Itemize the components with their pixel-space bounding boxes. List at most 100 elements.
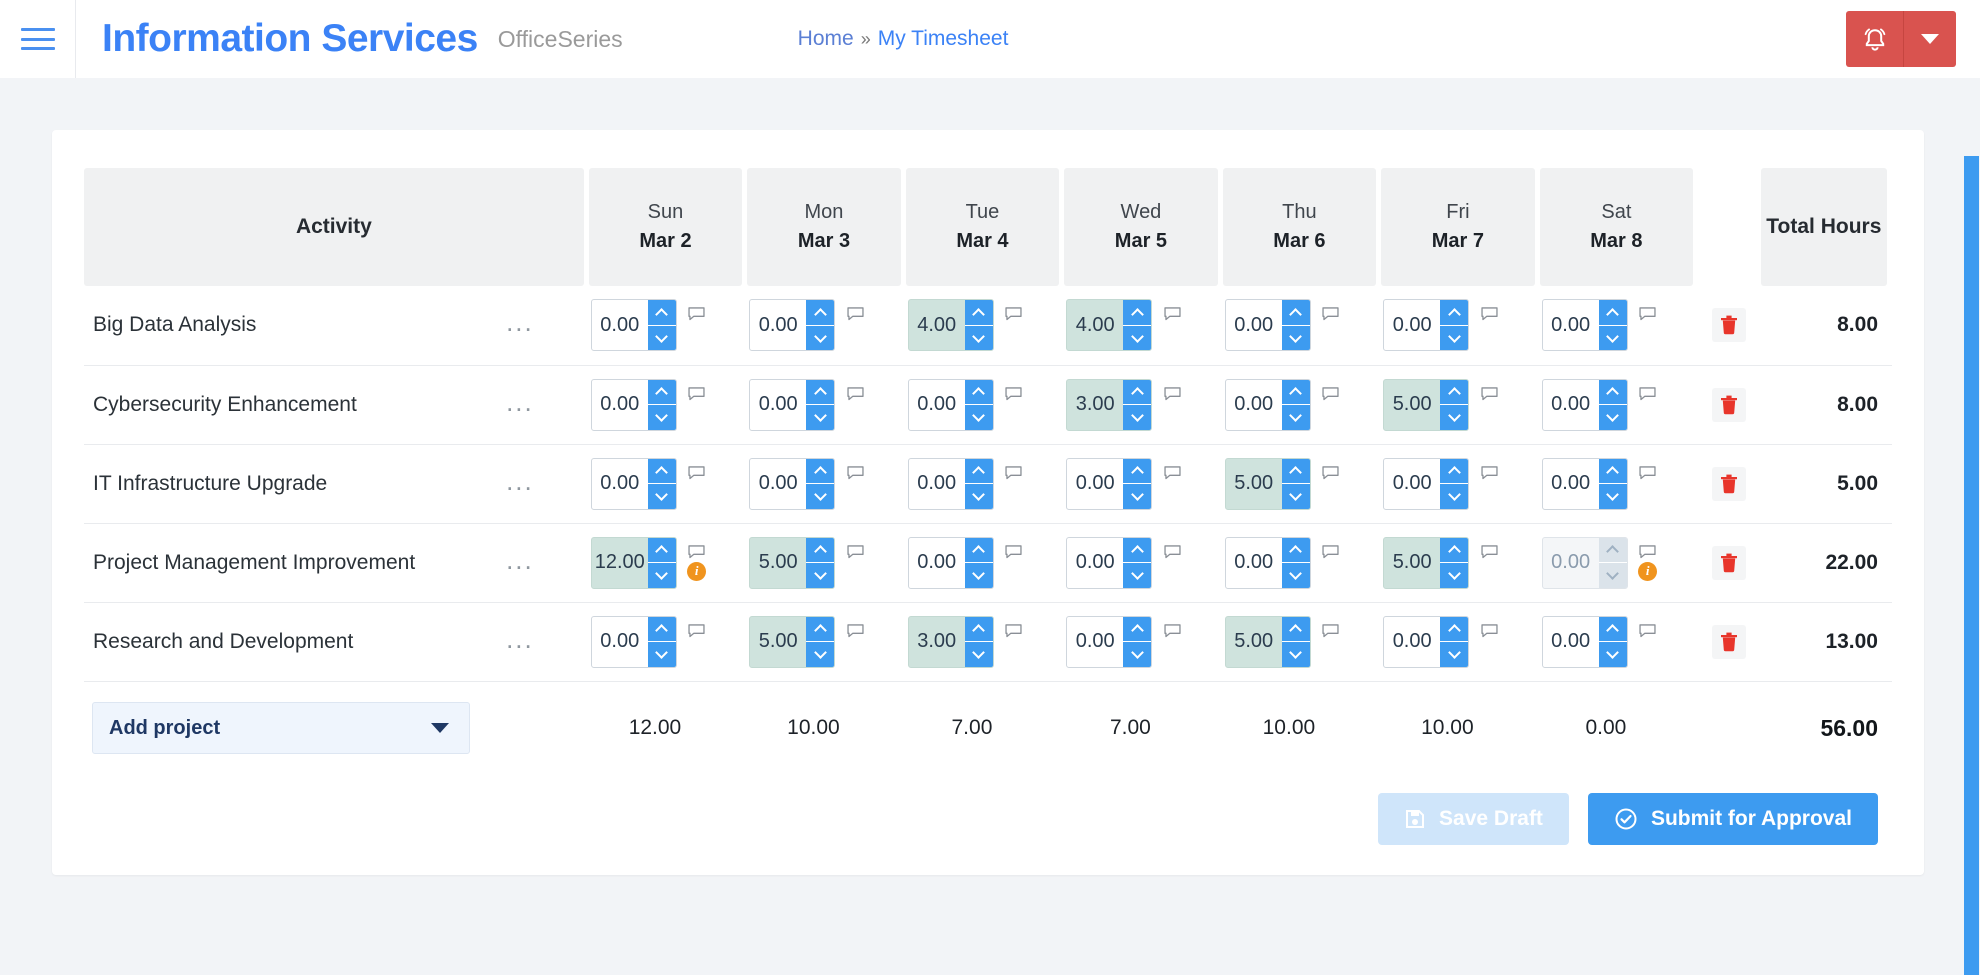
hours-value[interactable]: 0.00 <box>592 300 648 350</box>
alarm-bell-button[interactable] <box>1846 11 1904 67</box>
page-scrollbar-thumb[interactable] <box>1964 156 1979 975</box>
hours-input-tue[interactable]: 0.00 <box>907 536 994 589</box>
hours-input-sun[interactable]: 0.00 <box>590 457 677 510</box>
hours-input-wed[interactable]: 3.00 <box>1066 378 1153 431</box>
hours-input-thu[interactable]: 0.00 <box>1224 378 1311 431</box>
hours-input-wed[interactable]: 4.00 <box>1066 299 1153 352</box>
hours-input-tue[interactable]: 0.00 <box>907 378 994 431</box>
hours-input-tue[interactable]: 0.00 <box>907 457 994 510</box>
hours-decrement-button[interactable] <box>1598 484 1627 509</box>
hours-value[interactable]: 0.00 <box>1543 300 1599 350</box>
hours-value[interactable]: 0.00 <box>1226 380 1282 430</box>
hours-increment-button[interactable] <box>806 616 835 642</box>
comment-button[interactable] <box>1322 386 1339 401</box>
hours-value[interactable]: 4.00 <box>909 300 965 350</box>
hours-decrement-button[interactable] <box>964 484 993 509</box>
hours-decrement-button[interactable] <box>647 405 676 430</box>
hours-input-thu[interactable]: 0.00 <box>1224 536 1311 589</box>
delete-row-button[interactable] <box>1712 545 1747 580</box>
hours-decrement-button[interactable] <box>647 563 676 588</box>
hours-value[interactable]: 5.00 <box>1226 617 1282 667</box>
hours-increment-button[interactable] <box>1123 537 1152 563</box>
hours-decrement-button[interactable] <box>1281 563 1310 588</box>
hours-increment-button[interactable] <box>1123 300 1152 326</box>
comment-button[interactable] <box>1164 386 1181 401</box>
comment-button[interactable] <box>847 623 864 638</box>
hours-input-thu[interactable]: 5.00 <box>1224 457 1311 510</box>
hours-increment-button[interactable] <box>964 616 993 642</box>
comment-button[interactable] <box>1481 307 1498 321</box>
hours-increment-button[interactable] <box>1123 379 1152 405</box>
hours-value[interactable]: 0.00 <box>1543 617 1599 667</box>
hours-value[interactable]: 0.00 <box>909 459 965 509</box>
hours-increment-button[interactable] <box>1440 458 1469 484</box>
hours-decrement-button[interactable] <box>1281 642 1310 667</box>
hours-value[interactable]: 3.00 <box>909 617 965 667</box>
hours-increment-button[interactable] <box>1440 379 1469 405</box>
hours-increment-button[interactable] <box>647 379 676 405</box>
hours-increment-button[interactable] <box>647 616 676 642</box>
comment-button[interactable] <box>847 465 864 480</box>
hours-input-sun[interactable]: 0.00 <box>590 299 677 352</box>
hours-increment-button[interactable] <box>1598 458 1627 484</box>
hours-value[interactable]: 0.00 <box>909 538 965 588</box>
hours-input-fri[interactable]: 0.00 <box>1383 457 1470 510</box>
hours-input-sat[interactable]: 0.00 <box>1541 457 1628 510</box>
submit-for-approval-button[interactable]: Submit for Approval <box>1587 793 1878 845</box>
hours-increment-button[interactable] <box>1281 616 1310 642</box>
hours-input-sun[interactable]: 0.00 <box>590 378 677 431</box>
hours-increment-button[interactable] <box>1440 300 1469 326</box>
hours-decrement-button[interactable] <box>1123 642 1152 667</box>
hours-value[interactable]: 12.00 <box>592 538 648 588</box>
hours-input-mon[interactable]: 0.00 <box>749 378 836 431</box>
comment-button[interactable] <box>847 386 864 401</box>
hours-decrement-button[interactable] <box>1123 325 1152 351</box>
delete-row-button[interactable] <box>1712 387 1747 422</box>
hours-value[interactable]: 0.00 <box>1067 538 1123 588</box>
hours-decrement-button[interactable] <box>1440 563 1469 588</box>
hours-decrement-button[interactable] <box>1281 405 1310 430</box>
hours-decrement-button[interactable] <box>1123 563 1152 588</box>
hours-value[interactable]: 0.00 <box>750 380 806 430</box>
hours-value[interactable]: 0.00 <box>750 459 806 509</box>
hours-increment-button[interactable] <box>1281 458 1310 484</box>
hours-input-wed[interactable]: 0.00 <box>1066 615 1153 668</box>
hours-value[interactable]: 3.00 <box>1067 380 1123 430</box>
comment-button[interactable] <box>847 307 864 321</box>
comment-button[interactable] <box>1481 623 1498 638</box>
hours-decrement-button[interactable] <box>964 642 993 667</box>
hours-increment-button[interactable] <box>1281 537 1310 563</box>
hours-decrement-button[interactable] <box>1598 642 1627 667</box>
breadcrumb-home-link[interactable]: Home <box>798 27 854 51</box>
comment-button[interactable] <box>1639 307 1656 321</box>
hours-decrement-button[interactable] <box>1598 405 1627 430</box>
row-options-menu[interactable]: ... <box>506 309 534 335</box>
hours-increment-button[interactable] <box>1123 616 1152 642</box>
hours-increment-button[interactable] <box>964 379 993 405</box>
hours-value[interactable]: 0.00 <box>592 380 648 430</box>
hours-increment-button[interactable] <box>806 537 835 563</box>
hours-value[interactable]: 0.00 <box>1067 459 1123 509</box>
comment-button[interactable] <box>1164 544 1181 559</box>
comment-button[interactable] <box>1005 544 1022 559</box>
hours-increment-button[interactable] <box>964 458 993 484</box>
hours-value[interactable]: 0.00 <box>1067 617 1123 667</box>
hours-increment-button[interactable] <box>647 300 676 326</box>
hours-input-fri[interactable]: 5.00 <box>1383 536 1470 589</box>
delete-row-button[interactable] <box>1712 624 1747 659</box>
hours-increment-button[interactable] <box>647 458 676 484</box>
hours-decrement-button[interactable] <box>647 642 676 667</box>
hours-value[interactable]: 0.00 <box>1384 617 1440 667</box>
hours-value[interactable]: 0.00 <box>1226 300 1282 350</box>
hours-decrement-button[interactable] <box>1123 405 1152 430</box>
row-options-menu[interactable]: ... <box>506 468 534 494</box>
hours-value[interactable]: 0.00 <box>1543 380 1599 430</box>
hours-decrement-button[interactable] <box>964 325 993 351</box>
comment-button[interactable] <box>688 386 705 401</box>
hours-increment-button[interactable] <box>1598 379 1627 405</box>
comment-button[interactable] <box>1481 386 1498 401</box>
hours-decrement-button[interactable] <box>1440 642 1469 667</box>
hours-input-sat[interactable]: 0.00 <box>1541 378 1628 431</box>
info-badge[interactable]: i <box>1638 561 1658 581</box>
hours-input-fri[interactable]: 0.00 <box>1383 299 1470 352</box>
